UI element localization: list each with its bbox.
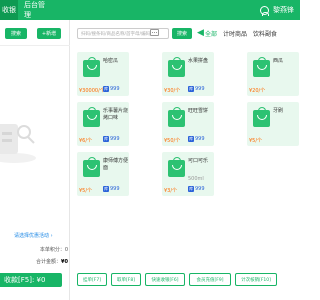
user-menu[interactable]: 黎燕锋 bbox=[260, 0, 300, 20]
member-search-button[interactable]: 搜索 bbox=[5, 28, 27, 39]
product-name: 西瓜 bbox=[273, 58, 284, 64]
top-navbar: 收银 后台管理 黎燕锋 bbox=[0, 0, 300, 20]
count-redeem-button[interactable]: 计次核销[F10] bbox=[235, 273, 277, 286]
category-timed[interactable]: 计时商品 bbox=[223, 29, 247, 38]
product-card[interactable]: 旺旺雪饼 ¥50/个 库 999 bbox=[162, 102, 214, 146]
retrieve-order-button[interactable]: 取单[F8] bbox=[111, 273, 141, 286]
tab-cashier[interactable]: 收银 bbox=[0, 0, 18, 20]
product-stock: 库 999 bbox=[188, 86, 205, 92]
product-stock: 库 999 bbox=[188, 136, 205, 142]
member-recharge-button[interactable]: 会员充值[F9] bbox=[189, 273, 231, 286]
shopping-bag-icon bbox=[168, 157, 185, 177]
shopping-bag-icon bbox=[253, 57, 270, 77]
stock-tag: 库 bbox=[103, 86, 109, 92]
hold-order-button[interactable]: 挂单[F7] bbox=[77, 273, 107, 286]
product-name: 可口可乐 bbox=[188, 158, 209, 164]
tab-admin[interactable]: 后台管理 bbox=[18, 0, 56, 20]
product-stock: 库 999 bbox=[188, 186, 205, 192]
product-price: ¥6/个 bbox=[79, 138, 93, 144]
stock-value: 999 bbox=[195, 86, 205, 92]
shopping-bag-icon bbox=[83, 57, 100, 77]
action-bar: 挂单[F7] 取单[F8] 快速收银[F6] 会员充值[F9] 计次核销[F10… bbox=[77, 273, 277, 286]
order-total: 合计金额：¥0 bbox=[0, 258, 68, 265]
category-tabs: 全部 计时商品 饮料副食 bbox=[205, 28, 277, 39]
order-points: 本单积分：0 bbox=[39, 247, 68, 253]
product-price: ¥3/个 bbox=[164, 188, 178, 194]
product-name: 牙刷 bbox=[273, 108, 284, 114]
stock-tag: 库 bbox=[103, 186, 109, 192]
divider bbox=[0, 45, 70, 46]
stock-tag: 库 bbox=[188, 136, 194, 142]
discount-activity-link[interactable]: 请选择优惠活动 › bbox=[14, 232, 70, 239]
total-value: ¥0 bbox=[61, 259, 68, 265]
user-name: 黎燕锋 bbox=[273, 6, 294, 14]
stock-value: 999 bbox=[110, 136, 120, 142]
product-search-button[interactable]: 搜索 bbox=[172, 28, 192, 39]
product-name: 哈密瓜 bbox=[103, 58, 119, 64]
product-panel: 扫码/搜条码/商品名称/首字母/编码 搜索 ◀ 全部 计时商品 饮料副食 哈密瓜… bbox=[71, 20, 300, 300]
product-card[interactable]: 乐事薯片烧烤口味 ¥6/个 库 999 bbox=[77, 102, 129, 146]
product-card[interactable]: 西瓜 ¥20/个 bbox=[247, 52, 299, 96]
add-member-button[interactable]: +新增 bbox=[37, 28, 61, 39]
stock-tag: 库 bbox=[188, 186, 194, 192]
product-stock: 库 999 bbox=[103, 86, 120, 92]
cart-panel: 搜索 +新增 请选择优惠活动 › 本单积分：0 合计金额：¥0 收款[F5]: … bbox=[0, 20, 70, 300]
product-card[interactable]: 水果拼盘 ¥30/个 库 999 bbox=[162, 52, 214, 96]
empty-cart-illustration bbox=[0, 124, 36, 163]
shopping-bag-icon bbox=[168, 107, 185, 127]
stock-value: 999 bbox=[110, 186, 120, 192]
category-drinks[interactable]: 饮料副食 bbox=[253, 29, 277, 38]
shopping-bag-icon bbox=[168, 57, 185, 77]
product-card[interactable]: 可口可乐 500ml ¥3/个 库 999 bbox=[162, 152, 214, 196]
product-name: 旺旺雪饼 bbox=[188, 108, 209, 114]
product-stock: 库 999 bbox=[103, 136, 120, 142]
product-price: ¥30000/个 bbox=[79, 88, 105, 94]
shopping-bag-icon bbox=[83, 157, 100, 177]
product-price: ¥5/个 bbox=[79, 188, 93, 194]
stock-value: 999 bbox=[195, 136, 205, 142]
stock-tag: 库 bbox=[103, 136, 109, 142]
shopping-bag-icon bbox=[83, 107, 100, 127]
shopping-bag-icon bbox=[253, 107, 270, 127]
stock-value: 999 bbox=[195, 186, 205, 192]
product-stock: 库 999 bbox=[103, 186, 120, 192]
product-name: 康师傅方便面 bbox=[103, 158, 129, 171]
product-name: 乐事薯片烧烤口味 bbox=[103, 108, 129, 121]
keyboard-icon[interactable] bbox=[150, 29, 159, 36]
product-name: 水果拼盘 bbox=[188, 58, 209, 64]
quick-checkout-button[interactable]: 快速收银[F6] bbox=[145, 273, 185, 286]
product-card[interactable]: 牙刷 ¥5/个 bbox=[247, 102, 299, 146]
product-price: ¥5/个 bbox=[249, 138, 263, 144]
product-card[interactable]: 康师傅方便面 ¥5/个 库 999 bbox=[77, 152, 129, 196]
stock-tag: 库 bbox=[188, 86, 194, 92]
product-card[interactable]: 哈密瓜 ¥30000/个 库 999 bbox=[77, 52, 129, 96]
category-all[interactable]: 全部 bbox=[205, 29, 217, 38]
product-price: ¥20/个 bbox=[249, 88, 266, 94]
category-prev-icon[interactable]: ◀ bbox=[197, 28, 204, 39]
total-label: 合计金额： bbox=[36, 259, 62, 265]
product-price: ¥50/个 bbox=[164, 138, 181, 144]
product-price: ¥30/个 bbox=[164, 88, 181, 94]
checkout-button[interactable]: 收款[F5]: ¥0 bbox=[0, 273, 62, 287]
stock-value: 999 bbox=[110, 86, 120, 92]
user-icon bbox=[260, 5, 269, 16]
product-spec: 500ml bbox=[188, 176, 204, 182]
